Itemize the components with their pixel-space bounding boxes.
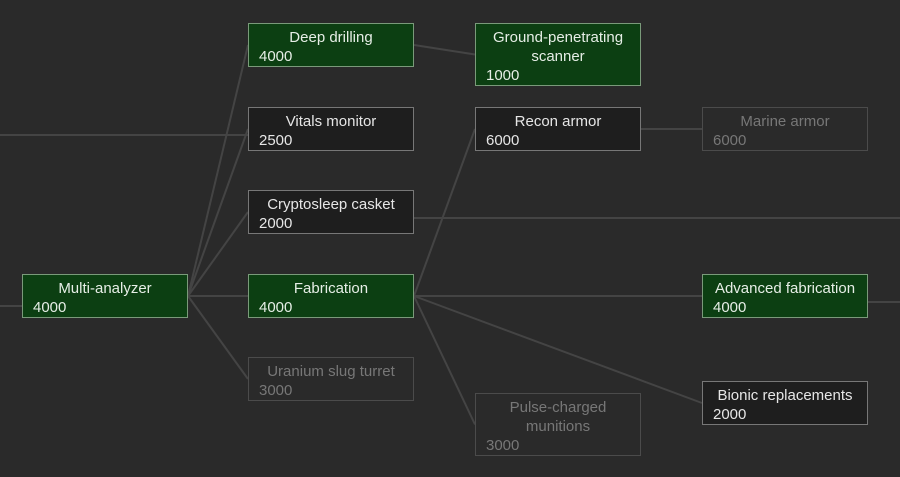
node-name: Pulse-charged munitions xyxy=(509,399,607,435)
node-name: Ground-penetrating scanner xyxy=(492,29,624,65)
research-node-fabrication[interactable]: Fabrication 4000 xyxy=(248,274,414,318)
node-cost: 2000 xyxy=(713,406,747,423)
research-node-multi-analyzer[interactable]: Multi-analyzer 4000 xyxy=(22,274,188,318)
research-node-cryptosleep-casket[interactable]: Cryptosleep casket 2000 xyxy=(248,190,414,234)
node-name: Recon armor xyxy=(514,113,602,130)
node-cost: 3000 xyxy=(259,382,293,399)
research-node-advanced-fabrication[interactable]: Advanced fabrication 4000 xyxy=(702,274,868,318)
node-cost: 6000 xyxy=(486,132,520,149)
research-node-vitals-monitor[interactable]: Vitals monitor 2500 xyxy=(248,107,414,151)
link-multi-analyzer-to-uranium-slug-turret xyxy=(187,295,249,380)
node-cost: 4000 xyxy=(33,299,67,316)
research-node-uranium-slug-turret[interactable]: Uranium slug turret 3000 xyxy=(248,357,414,401)
node-name: Marine armor xyxy=(740,113,830,130)
node-name: Fabrication xyxy=(293,280,369,297)
node-name: Advanced fabrication xyxy=(714,280,856,297)
node-cost: 2500 xyxy=(259,132,293,149)
link-fabrication-to-recon-armor xyxy=(413,128,476,297)
node-cost: 4000 xyxy=(259,48,293,65)
link-multi-analyzer-to-vitals-monitor xyxy=(187,128,249,297)
node-cost: 1000 xyxy=(486,67,520,84)
node-name: Cryptosleep casket xyxy=(267,196,395,213)
node-name: Deep drilling xyxy=(289,29,373,46)
research-node-bionic-replacements[interactable]: Bionic replacements 2000 xyxy=(702,381,868,425)
node-cost: 6000 xyxy=(713,132,747,149)
node-name: Vitals monitor xyxy=(285,113,377,130)
node-cost: 3000 xyxy=(486,437,520,454)
node-cost: 2000 xyxy=(259,215,293,232)
link-multi-analyzer-to-deep-drilling xyxy=(187,44,249,297)
link-deep-drilling-to-ground-penetrating-scanner xyxy=(413,44,476,56)
research-node-deep-drilling[interactable]: Deep drilling 4000 xyxy=(248,23,414,67)
research-node-marine-armor[interactable]: Marine armor 6000 xyxy=(702,107,868,151)
node-cost: 4000 xyxy=(713,299,747,316)
research-node-recon-armor[interactable]: Recon armor 6000 xyxy=(475,107,641,151)
research-node-ground-penetrating-scanner[interactable]: Ground-penetrating scanner 1000 xyxy=(475,23,641,86)
node-cost: 4000 xyxy=(259,299,293,316)
research-tree: Multi-analyzer 4000 Deep drilling 4000 V… xyxy=(0,0,900,477)
node-name: Multi-analyzer xyxy=(58,280,152,297)
link-multi-analyzer-to-cryptosleep-casket xyxy=(187,211,249,297)
research-node-pulse-charged-munitions[interactable]: Pulse-charged munitions 3000 xyxy=(475,393,641,456)
node-name: Bionic replacements xyxy=(717,387,853,404)
node-name: Uranium slug turret xyxy=(267,363,395,380)
